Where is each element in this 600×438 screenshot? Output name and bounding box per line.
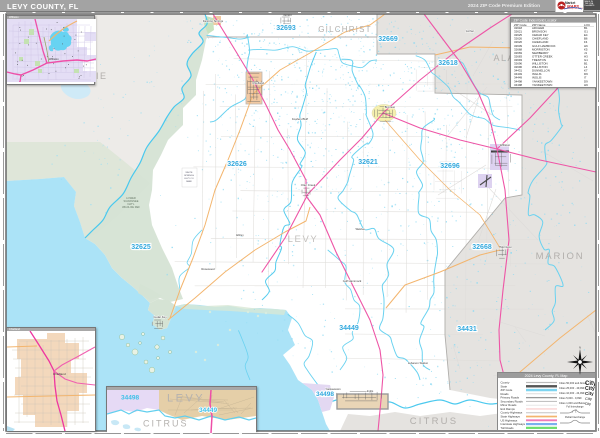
svg-text:Rosewood: Rosewood: [201, 267, 215, 271]
svg-text:SPRINGS: SPRINGS: [184, 175, 194, 177]
svg-text:City: City: [585, 402, 591, 406]
svg-text:Cities 5,000 - 9,999: Cities 5,000 - 9,999: [559, 396, 582, 400]
svg-text:34449: 34449: [199, 407, 217, 414]
svg-text:Cities 25,000 - 49,999: Cities 25,000 - 49,999: [559, 386, 585, 390]
svg-text:YANKEETOWN: YANKEETOWN: [532, 83, 552, 87]
svg-text:PARK: PARK: [186, 180, 192, 183]
svg-text:Toll Roads: Toll Roads: [501, 426, 515, 430]
svg-text:Inglis: Inglis: [367, 389, 374, 393]
svg-text:CITRUS: CITRUS: [143, 419, 189, 429]
svg-text:Bronson: Bronson: [385, 105, 396, 109]
svg-text:MARION: MARION: [536, 251, 585, 262]
svg-text:32668: 32668: [472, 244, 492, 251]
svg-text:N: N: [579, 346, 581, 350]
svg-text:Ellzey: Ellzey: [236, 233, 244, 237]
svg-text:Fanning Springs: Fanning Springs: [203, 19, 224, 23]
svg-text:34498: 34498: [514, 83, 522, 87]
svg-text:City: City: [585, 396, 592, 401]
svg-text:Cedar Key: Cedar Key: [153, 315, 167, 319]
svg-text:GILCHRIST: GILCHRIST: [318, 25, 371, 34]
svg-text:LEVY: LEVY: [167, 393, 205, 405]
svg-text:Chiefland: Chiefland: [252, 81, 264, 85]
svg-text:Morriston: Morriston: [500, 245, 512, 249]
svg-text:34449: 34449: [339, 325, 359, 332]
svg-text:H9: H9: [584, 83, 588, 87]
svg-text:WHITE: WHITE: [185, 172, 193, 174]
svg-text:2024 Levy County, FL Map: 2024 Levy County, FL Map: [525, 374, 568, 378]
svg-text:32696: 32696: [440, 163, 460, 170]
svg-text:Cities 10,000 - 24,999: Cities 10,000 - 24,999: [559, 391, 585, 395]
svg-text:Yankeetown: Yankeetown: [325, 387, 341, 391]
svg-text:LEVY: LEVY: [288, 234, 319, 245]
svg-text:Williston: Williston: [49, 57, 59, 61]
svg-text:34498: 34498: [316, 391, 334, 398]
svg-text:LEVY CO: LEVY CO: [184, 178, 194, 180]
svg-text:34498: 34498: [121, 395, 139, 402]
svg-text:32625: 32625: [131, 244, 151, 251]
svg-text:32618: 32618: [438, 60, 458, 67]
svg-text:32626: 32626: [227, 161, 247, 168]
svg-text:Partial Interchange: Partial Interchange: [565, 416, 586, 419]
svg-text:34431: 34431: [457, 326, 477, 333]
svg-text:32621: 32621: [358, 159, 378, 166]
svg-text:Williston: Williston: [500, 143, 511, 147]
svg-text:32693: 32693: [276, 25, 296, 32]
svg-text:Full Interchange: Full Interchange: [566, 406, 584, 409]
svg-text:WILDLIFE REF: WILDLIFE REF: [122, 205, 140, 209]
svg-text:Otter Creek: Otter Creek: [301, 183, 316, 187]
svg-text:32669: 32669: [378, 36, 398, 43]
svg-text:CITRUS: CITRUS: [410, 416, 459, 427]
svg-text:Cities 1,000 and Below: Cities 1,000 and Below: [559, 401, 586, 405]
svg-text:Fowlers Bluff: Fowlers Bluff: [292, 117, 308, 121]
svg-text:Wekiva: Wekiva: [355, 227, 365, 231]
svg-text:Lebanon Station: Lebanon Station: [408, 361, 429, 365]
svg-text:Gulf Hammock: Gulf Hammock: [343, 279, 362, 283]
svg-text:Archer: Archer: [466, 29, 474, 33]
svg-text:Chiefland: Chiefland: [53, 372, 66, 376]
